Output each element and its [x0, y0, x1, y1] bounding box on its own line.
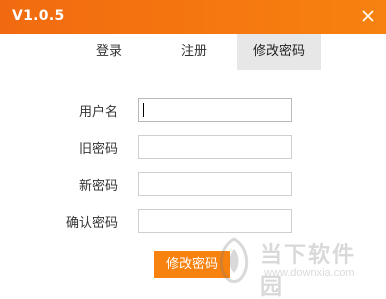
- title-bar[interactable]: V1.0.5: [0, 0, 386, 34]
- username-input[interactable]: [138, 98, 292, 122]
- watermark: 当下软件园 www.downxia.com: [212, 237, 368, 299]
- change-password-button[interactable]: 修改密码: [154, 251, 230, 278]
- text-caret: [143, 103, 144, 117]
- username-label: 用户名: [78, 105, 118, 120]
- watermark-url: www.downxia.com: [264, 267, 355, 279]
- confirm-password-row: 确认密码: [0, 209, 386, 233]
- old-password-row: 旧密码: [0, 135, 386, 159]
- tab-bar: 登录 注册 修改密码: [0, 34, 386, 70]
- old-password-label: 旧密码: [78, 142, 118, 157]
- watermark-name: 当下软件园: [260, 243, 357, 299]
- old-password-input[interactable]: [138, 135, 292, 159]
- close-icon[interactable]: [360, 8, 376, 24]
- confirm-password-label: 确认密码: [65, 216, 118, 231]
- tab-register[interactable]: 注册: [166, 34, 222, 70]
- username-row: 用户名: [0, 98, 386, 122]
- new-password-row: 新密码: [0, 172, 386, 196]
- new-password-input[interactable]: [138, 172, 292, 196]
- new-password-label: 新密码: [78, 179, 118, 194]
- confirm-password-input[interactable]: [138, 209, 292, 233]
- tab-login[interactable]: 登录: [80, 34, 138, 70]
- window-title: V1.0.5: [12, 8, 65, 24]
- tab-change-password[interactable]: 修改密码: [237, 34, 321, 70]
